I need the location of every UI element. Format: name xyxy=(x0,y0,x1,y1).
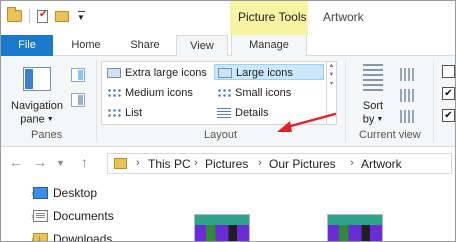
tab-home[interactable]: Home xyxy=(61,35,111,56)
properties-icon[interactable] xyxy=(37,9,48,23)
layout-option-label: Large icons xyxy=(236,67,293,79)
file-list xyxy=(161,178,455,241)
window-title: Artwork xyxy=(323,10,364,24)
toolbar-separator xyxy=(29,9,30,23)
details-icon xyxy=(217,108,231,118)
layout-option-label: Details xyxy=(235,107,269,119)
downloads-icon xyxy=(33,230,48,241)
layout-option-medium-icons[interactable]: Medium icons xyxy=(104,85,212,101)
layout-option-label: List xyxy=(125,107,143,119)
breadcrumb-separator[interactable]: › xyxy=(350,157,354,169)
tab-share[interactable]: Share xyxy=(123,35,167,56)
folder-icon xyxy=(7,7,22,22)
chevron-down-icon: ▼ xyxy=(376,116,384,123)
extra-large-icons-icon xyxy=(107,68,121,78)
sort-by-icon[interactable] xyxy=(361,64,385,94)
current-view-group-label: Current view xyxy=(359,129,421,141)
address-bar-row: ← → ▼ ↑ › This PC › Pictures › Our Pictu… xyxy=(1,148,455,178)
recent-locations-icon[interactable]: ▼ xyxy=(56,158,65,168)
small-icons-icon xyxy=(217,88,231,98)
breadcrumb-separator[interactable]: › xyxy=(136,157,140,169)
forward-arrow-icon[interactable]: → xyxy=(33,154,47,170)
details-pane-icon[interactable] xyxy=(71,93,85,107)
sort-by-label-line1: Sort xyxy=(362,100,384,112)
nav-item-desktop[interactable]: › Desktop xyxy=(23,184,97,202)
picture-tools-label: Picture Tools xyxy=(238,10,307,24)
navigation-pane-icon[interactable] xyxy=(23,67,51,91)
title-bar: ▼ Picture Tools Artwork xyxy=(1,1,455,35)
annotation-arrow-icon xyxy=(277,112,337,132)
tab-file[interactable]: File xyxy=(1,35,53,56)
navigation-pane-button[interactable]: Navigation pane ▼ xyxy=(9,100,65,126)
image-thumbnail[interactable] xyxy=(194,214,250,241)
quick-access-toolbar: ▼ xyxy=(7,7,86,23)
group-separator xyxy=(433,60,434,142)
desktop-icon xyxy=(33,187,48,199)
nav-item-documents[interactable]: › Documents xyxy=(23,207,114,225)
medium-icons-icon xyxy=(107,88,121,98)
navigation-pane: › Desktop › Documents › Downloads xyxy=(1,178,161,242)
breadcrumb-separator[interactable]: › xyxy=(258,157,262,169)
folder-icon xyxy=(114,158,127,169)
sort-by-label-line2: by xyxy=(362,113,375,126)
breadcrumb-artwork[interactable]: Artwork xyxy=(361,157,402,171)
sort-by-button[interactable]: Sort by ▼ xyxy=(358,100,388,126)
back-arrow-icon[interactable]: ← xyxy=(9,154,23,170)
group-separator xyxy=(96,60,97,142)
address-bar[interactable]: › This PC › Pictures › Our Pictures › Ar… xyxy=(107,153,452,174)
list-icon xyxy=(107,108,121,118)
layout-group-label: Layout xyxy=(204,129,238,141)
chevron-down-icon: ▼ xyxy=(46,116,54,123)
nav-item-label: Downloads xyxy=(53,232,113,242)
ribbon-tabs: File Home Share View Manage xyxy=(1,35,455,57)
hidden-items-checkbox[interactable]: ✔ xyxy=(442,109,455,122)
layout-option-large-icons[interactable]: Large icons xyxy=(214,64,324,80)
customize-toolbar-icon[interactable]: ▼ xyxy=(76,11,86,22)
layout-option-small-icons[interactable]: Small icons xyxy=(214,85,324,101)
file-extensions-checkbox[interactable]: ✔ xyxy=(442,87,455,100)
navigation-pane-label-line1: Navigation xyxy=(11,100,63,112)
file-explorer-window: ▼ Picture Tools Artwork File Home Share … xyxy=(0,0,456,242)
tab-view[interactable]: View xyxy=(176,35,228,57)
layout-option-label: Medium icons xyxy=(125,87,193,99)
add-columns-icon[interactable] xyxy=(400,89,415,102)
group-separator xyxy=(345,60,346,142)
breadcrumb-separator[interactable]: › xyxy=(194,157,198,169)
group-by-icon[interactable] xyxy=(400,68,415,81)
up-arrow-icon[interactable]: ↑ xyxy=(81,154,88,170)
breadcrumb-this-pc[interactable]: This PC xyxy=(148,157,191,171)
panes-group-label: Panes xyxy=(31,129,63,141)
documents-icon xyxy=(33,210,48,222)
layout-option-label: Small icons xyxy=(235,87,292,99)
layout-option-extra-large-icons[interactable]: Extra large icons xyxy=(104,65,212,81)
ribbon-view: Navigation pane ▼ Panes Extra large icons… xyxy=(1,56,455,147)
large-icons-icon xyxy=(218,68,232,78)
breadcrumb-our-pictures[interactable]: Our Pictures xyxy=(269,157,336,171)
preview-pane-icon[interactable] xyxy=(71,68,85,82)
size-columns-icon[interactable] xyxy=(400,110,415,123)
navigation-pane-label-line2: pane xyxy=(20,113,45,126)
layout-option-label: Extra large icons xyxy=(125,67,207,79)
nav-item-label: Desktop xyxy=(53,186,98,200)
image-thumbnail[interactable] xyxy=(327,214,383,241)
layout-option-list[interactable]: List xyxy=(104,105,212,121)
breadcrumb-pictures[interactable]: Pictures xyxy=(205,157,248,171)
nav-item-downloads[interactable]: › Downloads xyxy=(23,230,113,242)
tab-manage[interactable]: Manage xyxy=(231,35,307,56)
item-checkboxes-checkbox[interactable] xyxy=(442,65,455,78)
new-folder-icon[interactable] xyxy=(55,10,69,22)
nav-item-label: Documents xyxy=(53,209,114,223)
